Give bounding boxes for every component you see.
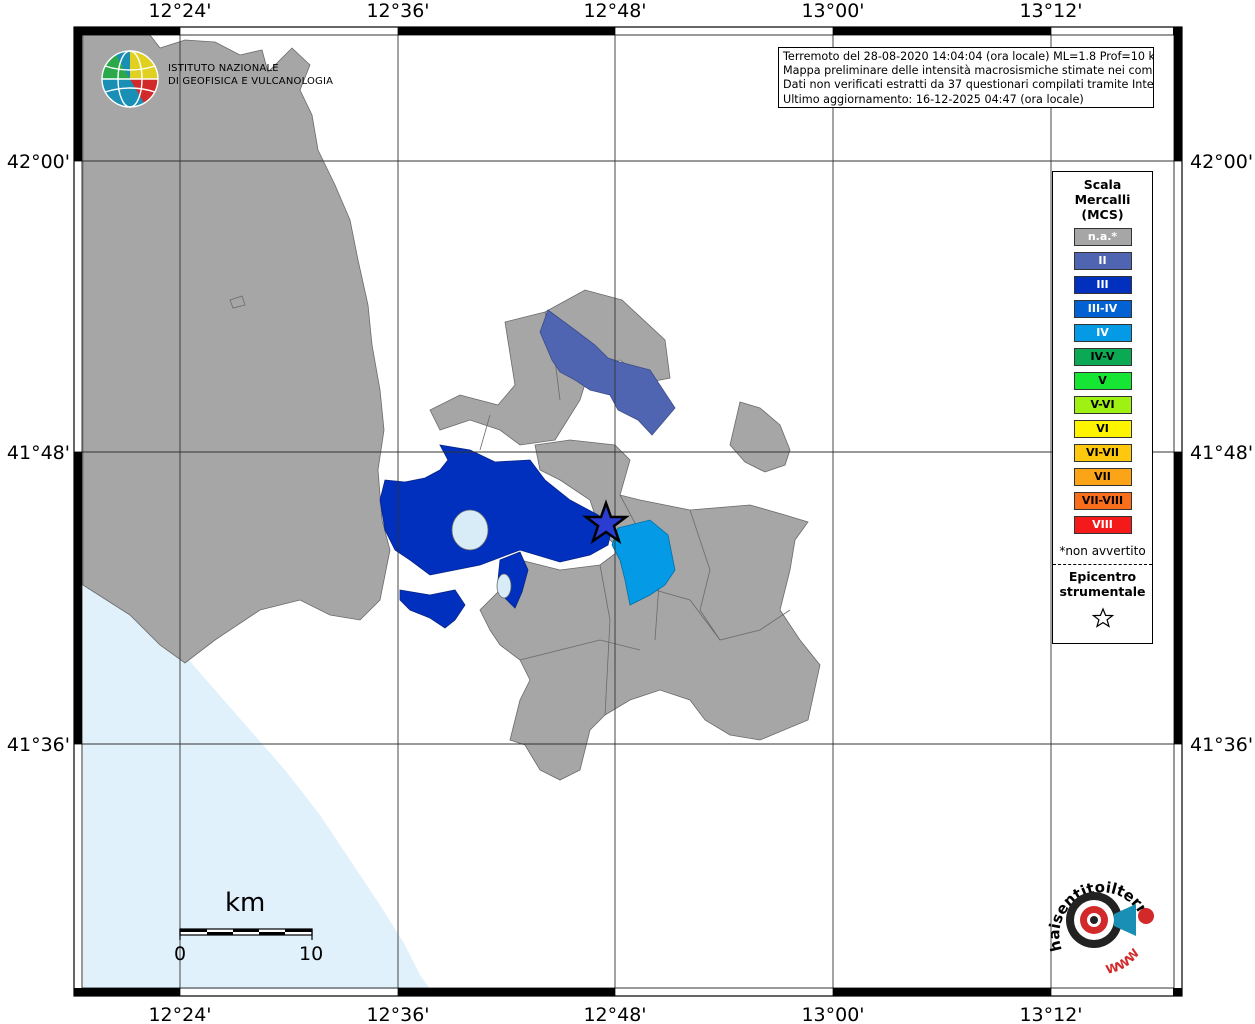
right-tick-label: 42°00' bbox=[1190, 151, 1253, 173]
ingv-name: ISTITUTO NAZIONALE DI GEOFISICA E VULCAN… bbox=[168, 62, 333, 88]
legend-item: V-VI bbox=[1073, 396, 1132, 414]
left-tick-label: 41°36' bbox=[7, 734, 70, 756]
top-tick-label: 12°24' bbox=[148, 0, 211, 22]
scale-unit-label: km bbox=[225, 888, 266, 918]
bottom-tick-label: 13°00' bbox=[801, 1004, 864, 1024]
bottom-tick-label: 13°12' bbox=[1019, 1004, 1082, 1024]
mcs-legend: Scala Mercalli (MCS) n.a.* II III III-IV IV I… bbox=[1052, 171, 1153, 644]
top-tick-label: 12°48' bbox=[583, 0, 646, 22]
question-icon bbox=[1138, 908, 1154, 924]
bottom-tick-label: 12°24' bbox=[148, 1004, 211, 1024]
legend-title-line: Scala bbox=[1083, 177, 1122, 192]
legend-epicenter-label: Epicentro strumentale bbox=[1053, 569, 1152, 599]
bottom-tick-label: 12°48' bbox=[583, 1004, 646, 1024]
earthquake-info-box: Terremoto del 28-08-2020 14:04:04 (ora l… bbox=[778, 47, 1154, 108]
scale-start-label: 0 bbox=[174, 943, 187, 965]
ingv-name-line1: ISTITUTO NAZIONALE bbox=[168, 63, 279, 74]
info-line: Ultimo aggiornamento: 16-12-2025 04:47 (… bbox=[783, 92, 1084, 106]
ingv-name-line2: DI GEOFISICA E VULCANOLOGIA bbox=[168, 76, 334, 87]
legend-item: III bbox=[1073, 276, 1132, 294]
legend-item: VIII bbox=[1073, 516, 1132, 534]
hst-logo: haisentitoilterremoto.it WWW. bbox=[1032, 848, 1160, 982]
info-line: Terremoto del 28-08-2020 14:04:04 (ora l… bbox=[783, 50, 1154, 63]
legend-item: II bbox=[1073, 252, 1132, 270]
legend-epicenter-line: Epicentro bbox=[1068, 569, 1137, 584]
info-line: Mappa preliminare delle intensità macros… bbox=[783, 64, 1154, 78]
legend-item: V bbox=[1073, 372, 1132, 390]
info-line: Dati non verificati estratti da 37 quest… bbox=[783, 78, 1154, 92]
lake bbox=[451, 509, 489, 551]
legend-items: n.a.* II III III-IV IV IV-V V V-VI VI VI-VII VII VI… bbox=[1053, 228, 1152, 534]
legend-item: n.a.* bbox=[1073, 228, 1132, 246]
legend-item: VI-VII bbox=[1073, 444, 1132, 462]
scale-end-label: 10 bbox=[299, 943, 324, 965]
top-tick-label: 13°12' bbox=[1019, 0, 1082, 22]
legend-separator bbox=[1053, 564, 1152, 565]
legend-title-line: (MCS) bbox=[1081, 207, 1124, 222]
globe-icon bbox=[101, 50, 159, 108]
left-tick-label: 41°48' bbox=[7, 442, 70, 464]
left-tick-label: 42°00' bbox=[7, 151, 70, 173]
legend-item: IV-V bbox=[1073, 348, 1132, 366]
bottom-tick-label: 12°36' bbox=[366, 1004, 429, 1024]
ingv-logo: ISTITUTO NAZIONALE DI GEOFISICA E VULCAN… bbox=[100, 48, 333, 110]
legend-item: VI bbox=[1073, 420, 1132, 438]
legend-item: IV bbox=[1073, 324, 1132, 342]
legend-epicenter-line: strumentale bbox=[1059, 584, 1146, 599]
top-tick-label: 13°00' bbox=[801, 0, 864, 22]
legend-item: III-IV bbox=[1073, 300, 1132, 318]
legend-item: VII bbox=[1073, 468, 1132, 486]
target-icon bbox=[1066, 892, 1122, 948]
right-tick-label: 41°48' bbox=[1190, 442, 1253, 464]
top-tick-label: 12°36' bbox=[366, 0, 429, 22]
legend-note: *non avvertito bbox=[1059, 544, 1146, 558]
lake bbox=[496, 573, 512, 599]
legend-title-line: Mercalli bbox=[1074, 192, 1131, 207]
legend-title: Scala Mercalli (MCS) bbox=[1053, 177, 1152, 222]
right-tick-label: 41°36' bbox=[1190, 734, 1253, 756]
star-icon bbox=[1053, 607, 1152, 632]
legend-item: VII-VIII bbox=[1073, 492, 1132, 510]
